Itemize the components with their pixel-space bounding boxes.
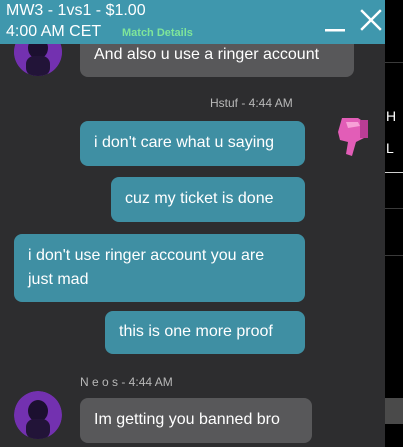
chat-header: MW3 - 1vs1 - $1.00 4:00 AM CET Match Det…	[0, 0, 385, 44]
message-meta-hstuf: Hstuf - 4:44 AM	[210, 96, 293, 110]
minimize-icon	[325, 29, 345, 32]
message-bubble: i don't care what u saying	[80, 121, 305, 166]
divider	[385, 208, 403, 209]
divider	[385, 62, 403, 63]
match-details-link[interactable]: Match Details	[122, 27, 193, 40]
match-time: 4:00 AM CET	[6, 23, 102, 40]
message-text: i don't use ringer account you are	[28, 247, 265, 264]
message-bubble: i don't use ringer account you are just …	[14, 234, 305, 302]
message-text: Im getting you banned bro	[94, 411, 280, 428]
divider	[385, 255, 403, 256]
chat-window: And also u use a ringer account Hstuf - …	[0, 0, 385, 447]
background-page-strip: H L	[385, 0, 403, 447]
message-text: this is one more proof	[119, 323, 273, 340]
divider	[385, 172, 403, 173]
message-bubble: Im getting you banned bro	[80, 398, 312, 443]
avatar-figure-icon	[14, 391, 62, 439]
message-meta-neos: N e o s - 4:44 AM	[80, 375, 173, 389]
thumbs-down-icon	[338, 118, 368, 156]
message-bubble: this is one more proof	[105, 311, 305, 354]
message-text: i don't care what u saying	[94, 134, 275, 151]
message-text: cuz my ticket is done	[125, 190, 274, 207]
match-title: MW3 - 1vs1 - $1.00	[6, 2, 146, 19]
scrollbar-thumb[interactable]	[385, 398, 403, 424]
avatar-hstuf[interactable]	[328, 112, 376, 164]
close-icon	[360, 9, 382, 31]
avatar-neos[interactable]	[14, 391, 62, 439]
message-text: And also u use a ringer account	[94, 46, 320, 63]
minimize-button[interactable]	[322, 8, 348, 34]
background-text-char: H	[386, 108, 397, 124]
background-text-char: L	[386, 140, 394, 156]
message-bubble: cuz my ticket is done	[111, 177, 305, 222]
message-text-line2: just mad	[28, 271, 89, 288]
close-button[interactable]	[358, 7, 384, 33]
